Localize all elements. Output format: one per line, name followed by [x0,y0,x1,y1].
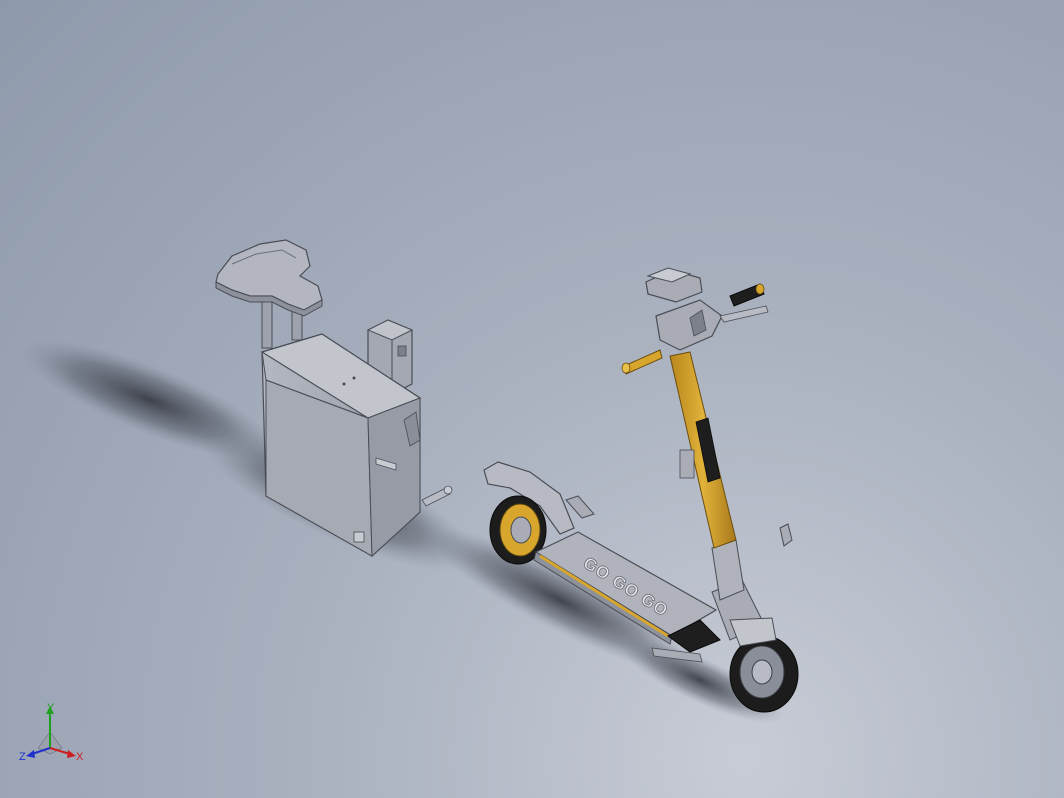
3d-viewport[interactable]: GO GO GO Y X Z [0,0,1064,798]
cad-model-view[interactable]: GO GO GO [0,0,1064,798]
seat-part[interactable] [215,239,323,349]
z-axis-label: Z [19,751,26,763]
front-wheel [729,635,799,713]
orientation-triad[interactable]: Y X Z [18,702,88,772]
x-axis-label: X [76,751,84,763]
x-axis-arrow-icon [49,747,76,758]
z-axis-arrow-icon [26,747,51,758]
y-axis-label: Y [47,702,55,714]
